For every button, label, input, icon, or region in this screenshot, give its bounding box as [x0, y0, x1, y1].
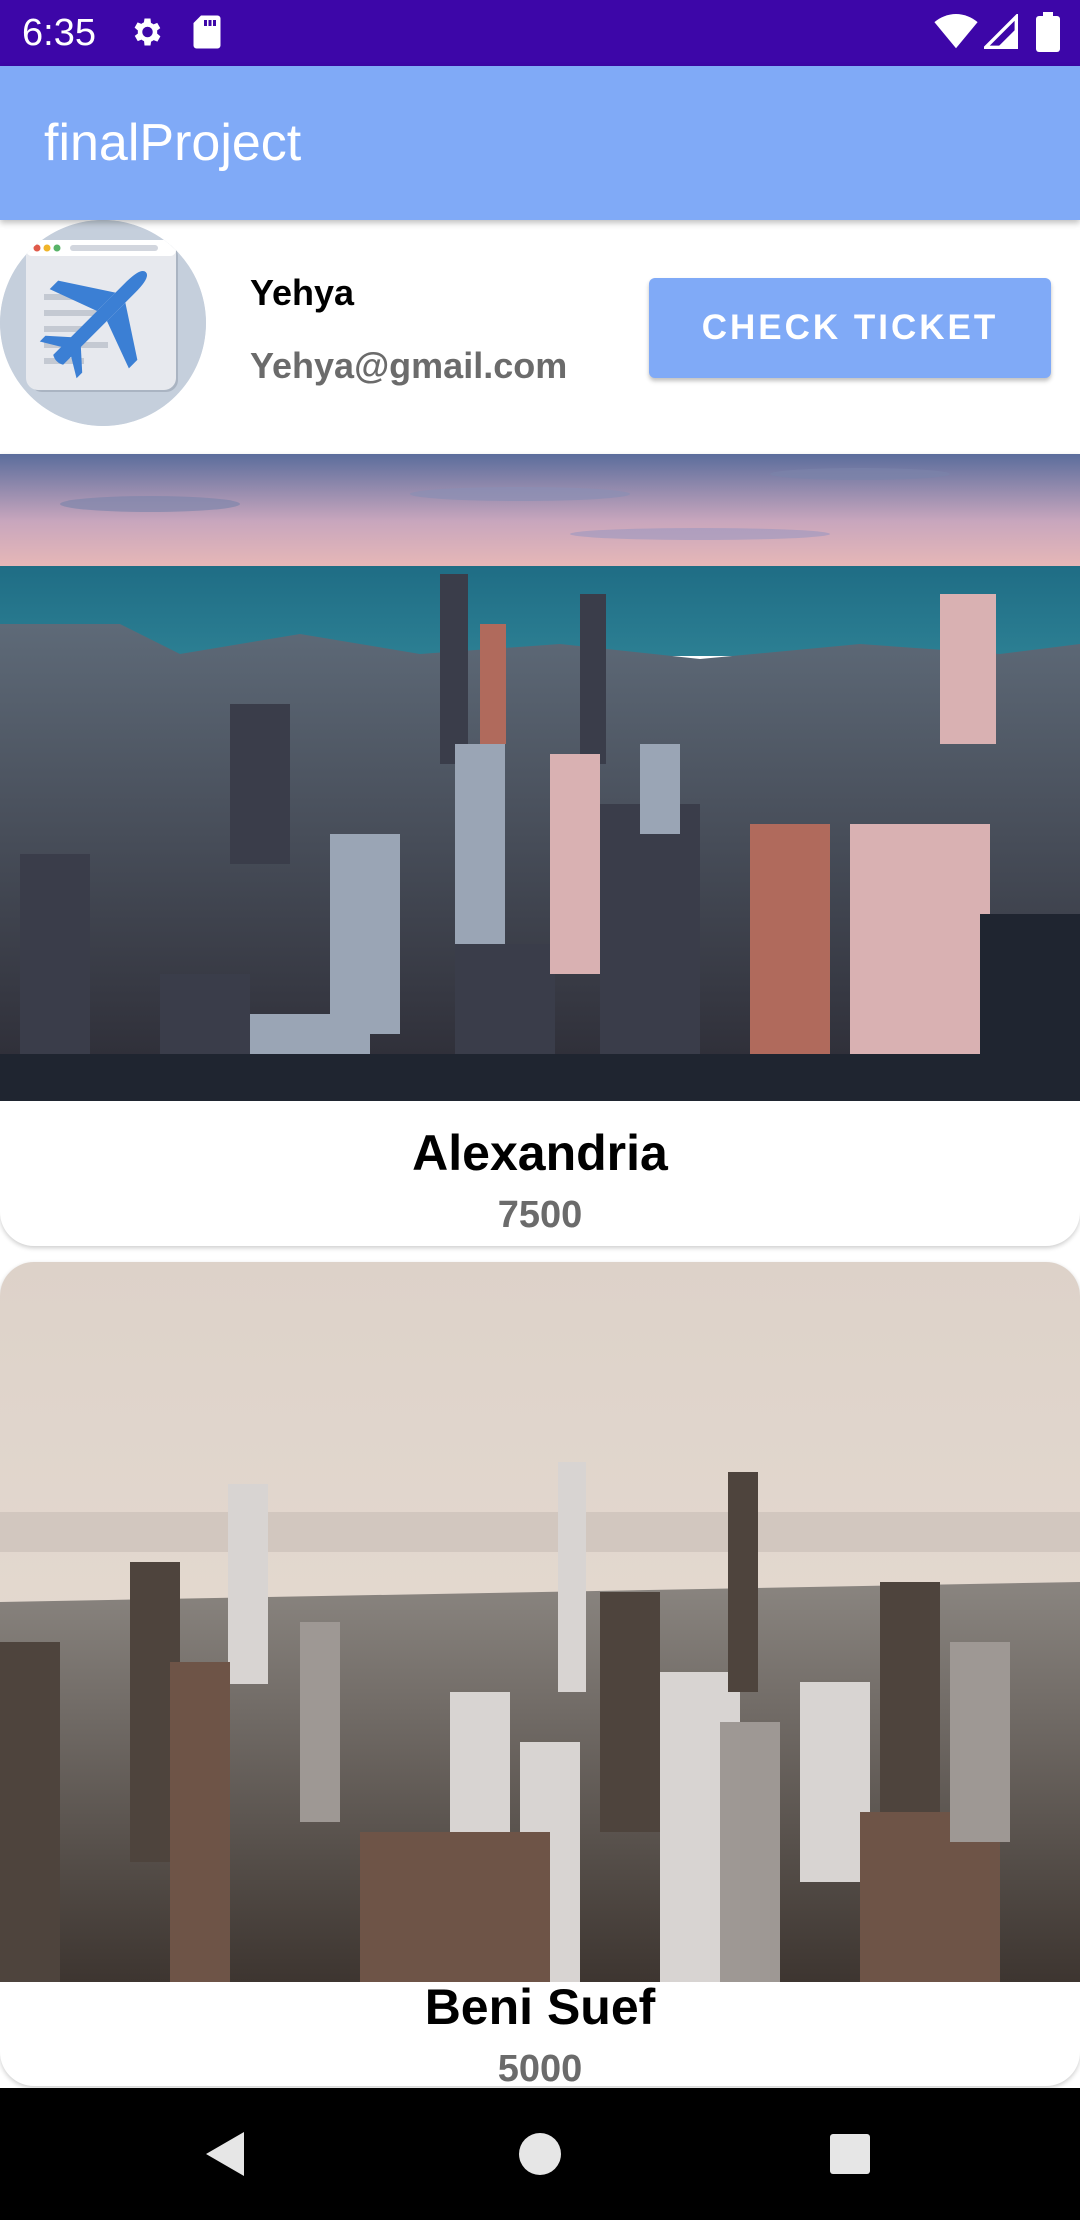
destination-card[interactable]: Beni Suef 5000: [0, 1262, 1080, 2086]
destination-price: 5000: [497, 2048, 583, 2086]
back-icon[interactable]: [146, 2088, 306, 2220]
profile-header: Yehya Yehya@gmail.com CHECK TICKET: [0, 220, 1080, 454]
wifi-icon: [934, 14, 978, 55]
battery-icon: [1036, 12, 1060, 57]
settings-icon: [128, 14, 164, 55]
avatar: [0, 220, 206, 426]
airplane-icon: [0, 220, 206, 426]
user-email: Yehya@gmail.com: [250, 345, 568, 386]
app-title: finalProject: [44, 114, 302, 172]
status-bar: 6:35: [0, 0, 1080, 66]
city-image: [0, 454, 1080, 1101]
destination-name: Beni Suef: [424, 1979, 656, 2035]
status-time: 6:35: [22, 12, 96, 54]
recents-icon[interactable]: [770, 2088, 930, 2220]
destination-card[interactable]: Alexandria 7500: [0, 454, 1080, 1246]
check-ticket-button[interactable]: CHECK TICKET: [649, 278, 1051, 378]
navigation-bar: [0, 2088, 1080, 2220]
user-name: Yehya: [250, 272, 355, 313]
destination-name: Alexandria: [412, 1125, 668, 1181]
sd-card-icon: [190, 14, 224, 55]
city-image: [0, 1262, 1080, 1982]
signal-icon: [981, 12, 1018, 55]
destination-price: 7500: [497, 1194, 583, 1236]
app-bar: finalProject: [0, 66, 1080, 220]
home-icon[interactable]: [460, 2088, 620, 2220]
